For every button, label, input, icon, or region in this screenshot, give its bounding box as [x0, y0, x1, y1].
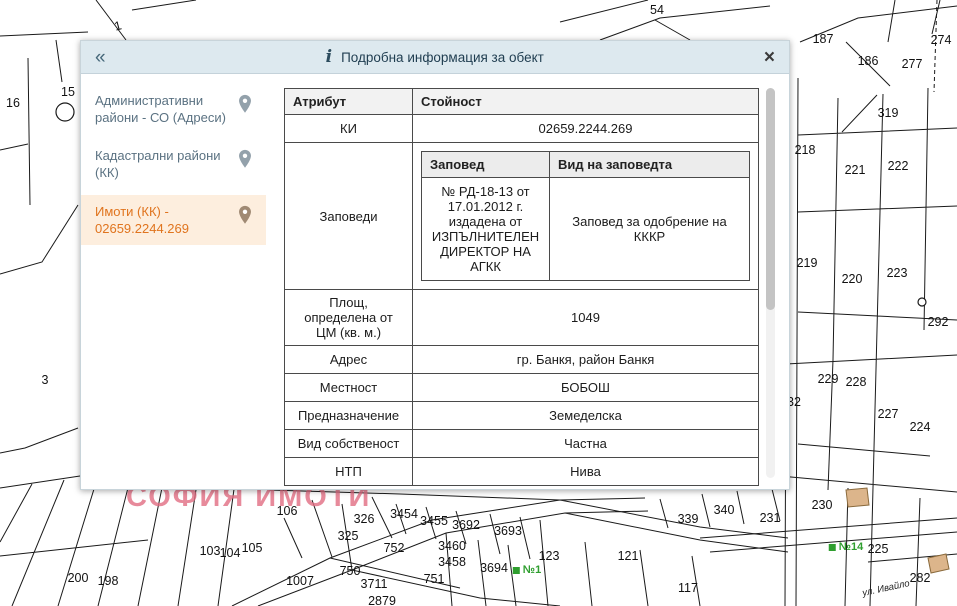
order-kind-cell: Заповед за одобрение на КККР — [550, 178, 750, 281]
info-icon: i — [326, 47, 332, 67]
marker-square-icon — [513, 567, 520, 574]
value-cell: Нива — [413, 458, 759, 486]
attribute-cell: Адрес — [285, 346, 413, 374]
panel-title: Подробна информация за обект — [341, 50, 544, 65]
table-row-address: Адрес гр. Банкя, район Банкя — [285, 346, 759, 374]
attribute-cell: Предназначение — [285, 402, 413, 430]
details-content: Атрибут Стойност КИ 02659.2244.269 Запов… — [266, 74, 789, 489]
value-cell: 1049 — [413, 290, 759, 346]
attribute-cell: НТП — [285, 458, 413, 486]
column-header-attribute: Атрибут — [285, 89, 413, 115]
marker-label: №14 — [839, 541, 864, 553]
panel-header: « i Подробна информация за обект × — [81, 41, 789, 74]
layers-sidebar: Административни райони - СО (Адреси) Кад… — [81, 74, 266, 489]
map-application: 5411871862742771516319218221222219220223… — [0, 0, 957, 606]
map-pin-icon — [234, 93, 258, 119]
table-row-ownership: Вид собственост Частна — [285, 430, 759, 458]
close-panel-button[interactable]: × — [764, 48, 775, 67]
sidebar-item-property-selected[interactable]: Имоти (КК) - 02659.2244.269 — [81, 195, 266, 245]
table-scrollbar-track[interactable] — [766, 88, 775, 478]
orders-data-row: № РД-18-13 от 17.01.2012 г. издадена от … — [422, 178, 750, 281]
orders-column-kind: Вид на заповедта — [550, 152, 750, 178]
collapse-sidebar-button[interactable]: « — [95, 48, 106, 67]
attribute-cell: Площ, определена от ЦМ (кв. м.) — [285, 290, 413, 346]
table-row-ki: КИ 02659.2244.269 — [285, 115, 759, 143]
sidebar-item-label: Кадастрални райони (КК) — [95, 147, 234, 181]
attribute-cell: Вид собственост — [285, 430, 413, 458]
table-row-area: Площ, определена от ЦМ (кв. м.) 1049 — [285, 290, 759, 346]
attribute-cell: КИ — [285, 115, 413, 143]
panel-title-wrap: i Подробна информация за обект — [106, 47, 764, 67]
attribute-cell: Местност — [285, 374, 413, 402]
object-info-panel: « i Подробна информация за обект × Админ… — [80, 40, 790, 490]
order-number-cell: № РД-18-13 от 17.01.2012 г. издадена от … — [422, 178, 550, 281]
orders-header-row: Заповед Вид на заповедта — [422, 152, 750, 178]
orders-table: Заповед Вид на заповедта № РД-18-13 от 1… — [421, 151, 750, 281]
sidebar-item-administrative-regions[interactable]: Административни райони - СО (Адреси) — [81, 84, 266, 134]
map-pin-icon — [234, 148, 258, 174]
map-pin-icon — [234, 204, 258, 230]
sidebar-item-cadastral-regions[interactable]: Кадастрални райони (КК) — [81, 139, 266, 189]
value-cell: Земеделска — [413, 402, 759, 430]
marker-square-icon — [829, 544, 836, 551]
orders-value-cell: Заповед Вид на заповедта № РД-18-13 от 1… — [413, 143, 759, 290]
table-scrollbar-thumb[interactable] — [766, 88, 775, 310]
table-row-purpose: Предназначение Земеделска — [285, 402, 759, 430]
value-cell: Частна — [413, 430, 759, 458]
table-row-orders: Заповеди Заповед Вид на заповедта — [285, 143, 759, 290]
table-row-locality: Местност БОБОШ — [285, 374, 759, 402]
marker-label: №1 — [523, 564, 541, 576]
value-cell: гр. Банкя, район Банкя — [413, 346, 759, 374]
attributes-table: Атрибут Стойност КИ 02659.2244.269 Запов… — [284, 88, 759, 486]
sidebar-item-label: Имоти (КК) - 02659.2244.269 — [95, 203, 234, 237]
sidebar-item-label: Административни райони - СО (Адреси) — [95, 92, 234, 126]
table-header-row: Атрибут Стойност — [285, 89, 759, 115]
value-cell: 02659.2244.269 — [413, 115, 759, 143]
panel-body: Административни райони - СО (Адреси) Кад… — [81, 74, 789, 489]
orders-column-order: Заповед — [422, 152, 550, 178]
column-header-value: Стойност — [413, 89, 759, 115]
attribute-cell: Заповеди — [285, 143, 413, 290]
map-marker: №14 — [829, 541, 864, 553]
table-row-ntp: НТП Нива — [285, 458, 759, 486]
value-cell: БОБОШ — [413, 374, 759, 402]
map-marker: №1 — [513, 564, 541, 576]
